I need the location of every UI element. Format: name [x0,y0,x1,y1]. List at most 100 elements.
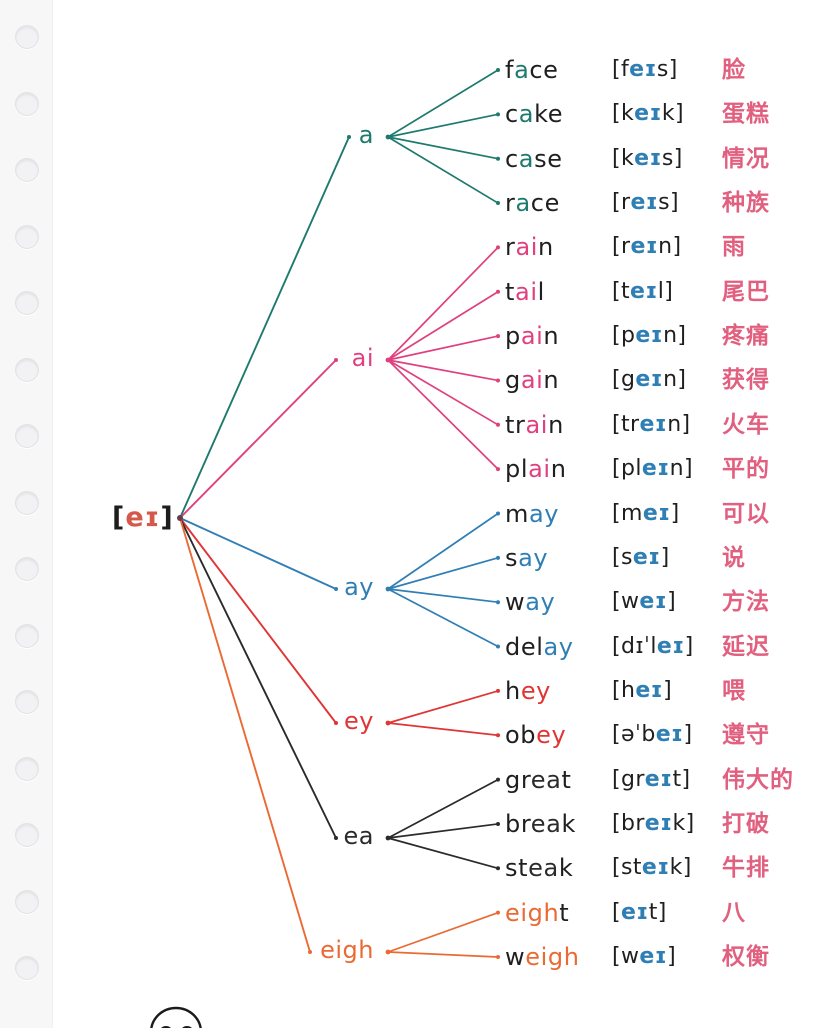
chinese-meaning-text: 延迟 [722,633,770,660]
ipa-prefix: [dɪˈl [612,633,657,659]
ipa-text: [dɪˈleɪ] [612,632,694,662]
ipa-suffix: k] [672,810,695,836]
punch-hole [15,690,39,714]
ipa-highlighted-vowel: eɪ [634,145,662,171]
word-highlighted-grapheme: eigh [525,943,580,971]
word-suffix: n [548,410,564,439]
word-suffix: ce [529,56,559,84]
ipa-text: [peɪn] [612,321,686,351]
word-highlighted-grapheme: ai [515,277,538,306]
word-prefix: g [505,366,521,395]
ipa-suffix: n] [658,234,682,260]
word-text: steak [505,853,573,883]
root-close-bracket: ] [160,502,174,533]
ipa-prefix: [w [612,944,640,969]
ipa-prefix: [gr [612,766,645,792]
branch-label-ay[interactable]: ay [342,575,374,599]
ipa-highlighted-vowel: eɪ [641,456,670,482]
ipa-prefix: [t [612,278,631,304]
ipa-text: [greɪt] [612,765,691,795]
branch-label-ea[interactable]: ea [342,824,374,848]
ipa-highlighted-vowel: eɪ [639,589,668,615]
branch-label-ai[interactable]: ai [342,346,374,370]
ipa-suffix: ] [667,589,677,615]
ipa-prefix: [w [612,589,640,615]
ipa-text: [seɪ] [612,543,670,573]
word-highlighted-grapheme: a [518,100,535,129]
ipa-highlighted-vowel: eɪ [644,810,673,836]
word-text: tail [505,277,545,307]
ipa-prefix: [r [612,234,631,260]
word-text: weigh [505,942,580,972]
chinese-meaning-text: 雨 [722,234,746,261]
ipa-text: [reɪn] [612,232,682,262]
word-suffix: n [538,233,554,262]
chinese-meaning-text: 打破 [722,810,770,837]
punch-hole [15,823,39,847]
punch-hole [15,158,39,182]
word-highlighted-grapheme: ea [528,854,559,883]
ipa-suffix: ] [670,500,680,526]
punch-hole [15,25,39,49]
ipa-text: [geɪn] [612,365,686,395]
word-suffix: ke [534,100,564,129]
word-highlighted-grapheme: ai [525,410,549,439]
word-highlighted-grapheme: ai [520,322,544,351]
word-suffix: n [543,322,560,351]
ipa-prefix: [əˈb [612,722,656,748]
ipa-highlighted-vowel: eɪ [630,190,659,216]
branch-label-ey[interactable]: ey [342,709,374,733]
word-highlighted-grapheme: ay [543,632,574,661]
ipa-prefix: [r [612,190,631,216]
word-text: say [505,543,548,573]
word-suffix: l [537,277,545,306]
word-prefix: del [505,632,544,661]
ipa-suffix: ] [663,677,673,703]
chinese-meaning-text: 八 [722,899,746,926]
word-text: delay [505,632,574,662]
word-text: pain [505,321,559,351]
chinese-meaning-text: 获得 [722,367,770,394]
word-highlighted-grapheme: ay [528,499,560,528]
ipa-highlighted-vowel: eɪ [620,899,649,925]
word-highlighted-grapheme: eigh [505,898,560,927]
ipa-suffix: t] [648,899,667,925]
ipa-highlighted-vowel: eɪ [644,766,673,792]
ipa-text: [reɪs] [612,188,679,218]
ipa-prefix: [ [612,899,621,925]
ipa-text: [weɪ] [612,587,676,617]
ipa-highlighted-vowel: eɪ [630,278,658,304]
word-prefix: st [505,854,529,883]
ipa-text: [weɪ] [612,942,676,972]
ipa-suffix: ] [684,633,694,659]
word-text: eight [505,898,569,928]
word-text: may [505,499,559,529]
branch-label-a[interactable]: a [355,123,374,147]
ipa-suffix: ] [683,722,693,748]
word-prefix: c [505,144,519,173]
word-prefix: t [505,277,516,306]
ipa-text: [keɪk] [612,99,684,129]
ipa-prefix: [st [612,855,642,881]
word-highlighted-grapheme: ey [520,676,551,705]
ipa-prefix: [pl [612,456,642,482]
ipa-suffix: k] [661,101,684,127]
branch-label-eigh[interactable]: eigh [316,938,374,962]
word-highlighted-grapheme: ai [520,366,544,395]
root-phoneme-node: [eɪ] [112,502,174,533]
ipa-text: [keɪs] [612,144,683,174]
punch-hole [15,224,39,249]
ipa-prefix: [f [612,57,630,82]
word-text: train [505,410,564,440]
word-prefix: h [505,676,521,705]
ipa-highlighted-vowel: eɪ [655,722,684,748]
word-highlighted-grapheme: ea [530,765,562,794]
ipa-suffix: ] [660,544,670,570]
ipa-text: [heɪ] [612,676,672,706]
word-highlighted-grapheme: ay [518,543,549,572]
word-suffix: n [543,366,560,395]
punch-hole [15,357,39,382]
ipa-prefix: [g [612,367,636,393]
word-text: rain [505,232,554,262]
ipa-prefix: [h [612,677,636,703]
